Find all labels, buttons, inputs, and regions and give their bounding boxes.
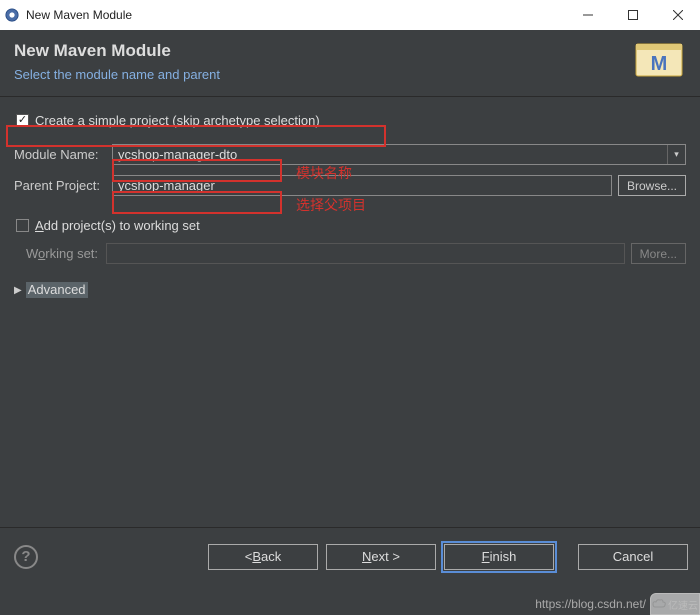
working-set-group: Add project(s) to working set Working se…: [14, 216, 686, 264]
wizard-button-bar: ? < Back Next > Finish Cancel: [0, 527, 700, 585]
simple-project-checkbox-row[interactable]: ✓ Create a simple project (skip archetyp…: [14, 111, 686, 130]
page-title: New Maven Module: [14, 41, 220, 61]
add-to-working-set-label: Add project(s) to working set: [35, 218, 200, 233]
working-set-label: Working set:: [26, 246, 106, 261]
chevron-down-icon[interactable]: ▾: [667, 145, 685, 164]
svg-text:M: M: [651, 53, 668, 75]
module-name-combo[interactable]: ▾: [112, 144, 686, 165]
working-set-combo: [106, 243, 625, 264]
app-icon: [4, 7, 20, 23]
parent-project-row: Parent Project: Browse...: [14, 175, 686, 196]
finish-button[interactable]: Finish: [444, 544, 554, 570]
help-button[interactable]: ?: [14, 545, 38, 569]
working-set-select-row: Working set: More...: [14, 243, 686, 264]
module-name-label: Module Name:: [14, 147, 112, 162]
maven-wizard-icon: M: [632, 40, 686, 82]
cancel-button[interactable]: Cancel: [578, 544, 688, 570]
next-button[interactable]: Next >: [326, 544, 436, 570]
maximize-button[interactable]: [610, 0, 655, 30]
advanced-label: Advanced: [26, 282, 88, 298]
minimize-button[interactable]: [565, 0, 610, 30]
close-button[interactable]: [655, 0, 700, 30]
page-subtitle: Select the module name and parent: [14, 67, 220, 82]
more-button: More...: [631, 243, 686, 264]
parent-project-input[interactable]: [112, 175, 612, 196]
checkbox-unchecked-icon: [16, 219, 29, 232]
watermark-url: https://blog.csdn.net/: [535, 597, 646, 611]
window-titlebar: New Maven Module: [0, 0, 700, 30]
parent-project-label: Parent Project:: [14, 178, 112, 193]
checkbox-checked-icon: ✓: [16, 114, 29, 127]
watermark-logo: 亿速云: [650, 593, 700, 615]
chevron-right-icon: ▶: [14, 285, 22, 296]
module-name-row: Module Name: ▾: [14, 144, 686, 165]
wizard-content: ✓ Create a simple project (skip archetyp…: [0, 97, 700, 298]
wizard-header: New Maven Module Select the module name …: [0, 30, 700, 97]
module-name-input[interactable]: [113, 145, 667, 164]
advanced-toggle[interactable]: ▶ Advanced: [14, 282, 686, 298]
window-controls: [565, 0, 700, 30]
back-button[interactable]: < Back: [208, 544, 318, 570]
window-title: New Maven Module: [26, 8, 132, 22]
add-to-working-set-checkbox-row[interactable]: Add project(s) to working set: [14, 216, 686, 235]
simple-project-label: Create a simple project (skip archetype …: [35, 113, 320, 128]
browse-button[interactable]: Browse...: [618, 175, 686, 196]
